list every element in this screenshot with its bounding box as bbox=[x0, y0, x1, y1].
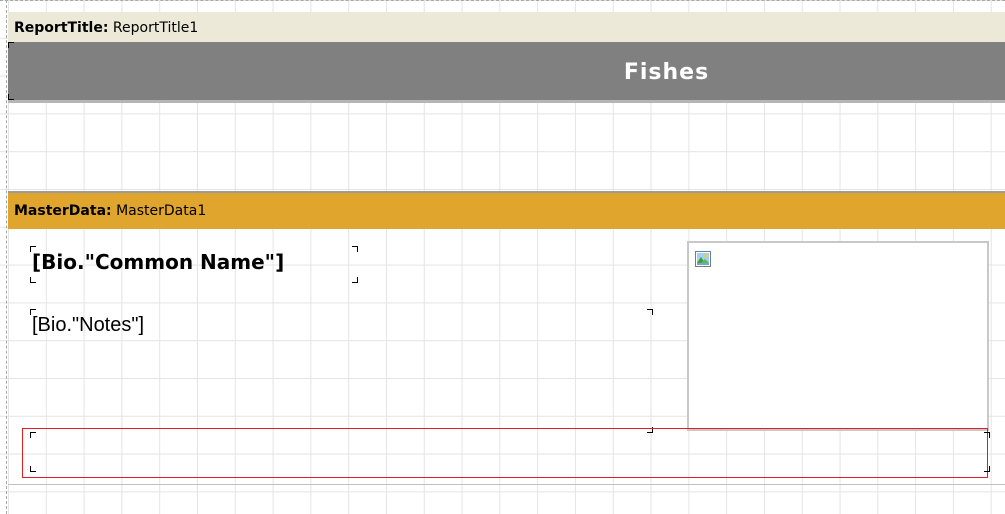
report-title-memo[interactable]: Fishes bbox=[8, 42, 1005, 103]
selected-object-outline[interactable] bbox=[22, 428, 988, 478]
master-data-band-header[interactable]: MasterData: MasterData1 bbox=[8, 193, 1005, 229]
band-name-label: ReportTitle1 bbox=[112, 20, 199, 36]
report-title-text: Fishes bbox=[623, 60, 710, 85]
selection-corner-mark bbox=[30, 466, 36, 472]
report-design-canvas[interactable]: ReportTitle: ReportTitle1 Fishes MasterD… bbox=[0, 0, 1005, 514]
report-title-memo-corner-mark bbox=[8, 42, 14, 48]
page-top-margin-line bbox=[0, 0, 1005, 1]
notes-memo[interactable]: [Bio."Notes"] bbox=[32, 314, 144, 337]
picture-placeholder-icon bbox=[695, 251, 711, 272]
master-data-band-bottom-line bbox=[8, 484, 1005, 485]
selection-corner-mark bbox=[984, 432, 990, 438]
memo-corner-mark bbox=[352, 277, 358, 283]
band-kind-label: ReportTitle bbox=[14, 20, 103, 36]
selection-corner-mark bbox=[984, 466, 990, 472]
page-left-margin-line bbox=[6, 0, 7, 514]
band-kind-separator: : bbox=[106, 203, 112, 219]
report-title-memo-corner-mark bbox=[8, 94, 14, 100]
band-name-label: MasterData1 bbox=[116, 203, 207, 219]
selection-corner-mark bbox=[30, 432, 36, 438]
memo-corner-mark bbox=[647, 309, 653, 315]
picture-object[interactable] bbox=[687, 241, 989, 431]
memo-corner-mark bbox=[30, 246, 36, 252]
band-kind-separator: : bbox=[102, 20, 109, 36]
memo-corner-mark bbox=[30, 309, 36, 315]
report-title-band-header[interactable]: ReportTitle: ReportTitle1 bbox=[8, 12, 1005, 42]
memo-corner-mark bbox=[30, 277, 36, 283]
memo-corner-mark bbox=[352, 246, 358, 252]
band-kind-label: MasterData bbox=[14, 203, 107, 219]
common-name-memo[interactable]: [Bio."Common Name"] bbox=[32, 250, 284, 274]
